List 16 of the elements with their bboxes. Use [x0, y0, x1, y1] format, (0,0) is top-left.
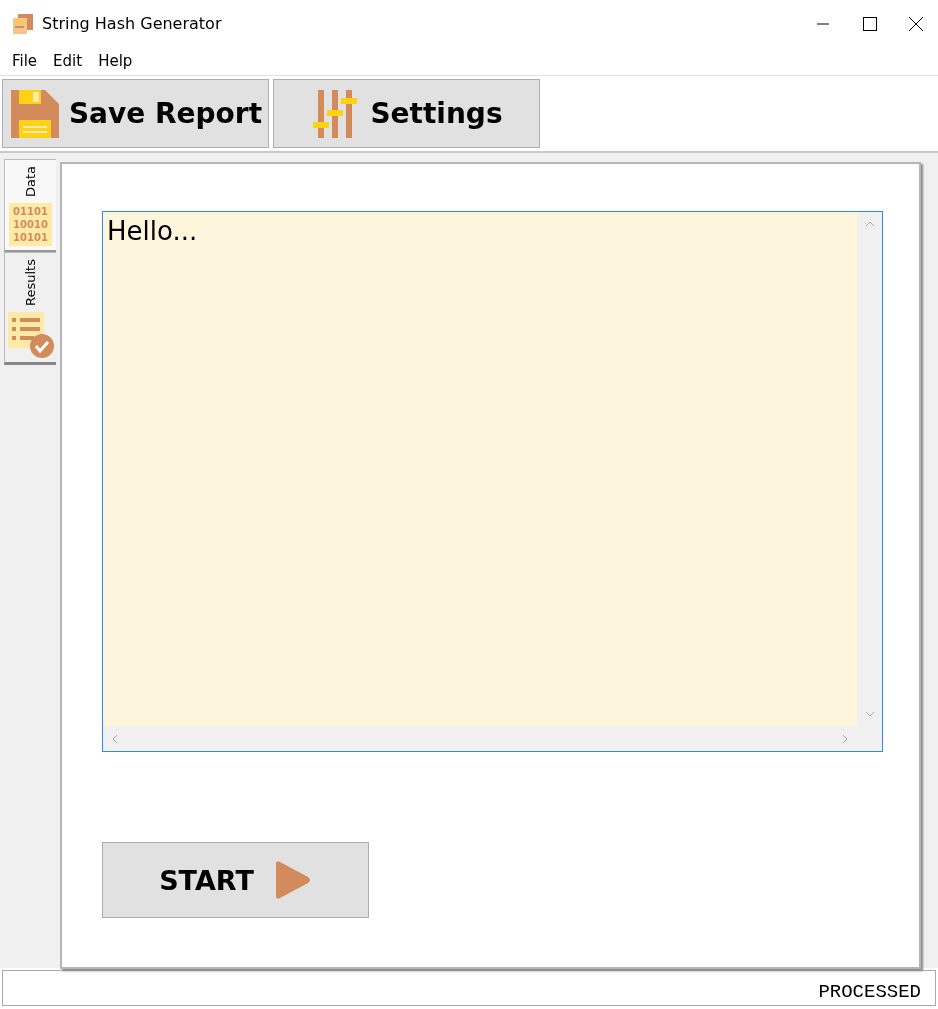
tab-label: Results: [23, 259, 38, 306]
window-title: String Hash Generator: [42, 14, 223, 33]
tab-label: Data: [23, 166, 38, 198]
checklist-icon: [7, 312, 54, 358]
side-tab[interactable]: Data 01101 10010 10101: [4, 159, 56, 253]
status-text: PROCESSED: [818, 981, 921, 1003]
text-input-field[interactable]: Hello...: [102, 211, 883, 752]
toolbar-button[interactable]: Settings: [273, 79, 540, 148]
app-icon: [12, 12, 34, 35]
menu-item[interactable]: File: [4, 52, 46, 70]
toolbar-button[interactable]: Save Report: [2, 79, 269, 148]
start-button[interactable]: START: [102, 842, 369, 918]
binary-icon: 01101 10010 10101: [9, 203, 52, 247]
menu-item[interactable]: Help: [90, 52, 141, 70]
side-tab[interactable]: Results: [4, 252, 56, 365]
menu-item[interactable]: Edit: [45, 52, 91, 70]
